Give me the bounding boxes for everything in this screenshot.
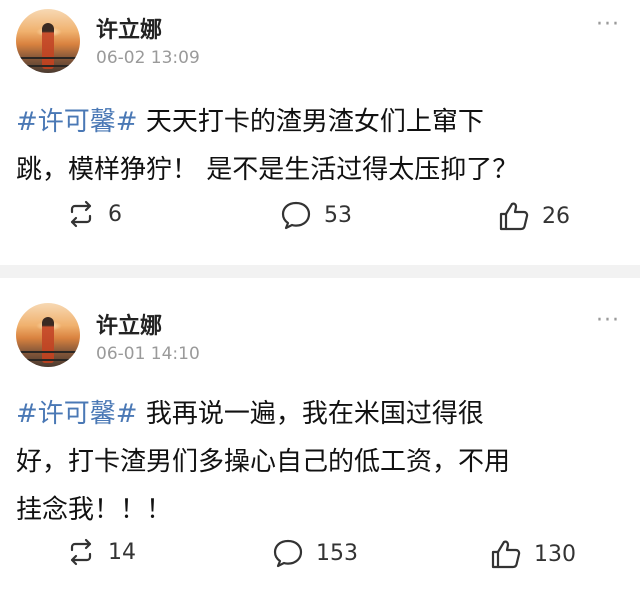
comment-button[interactable]: 53 xyxy=(280,200,352,230)
post-text-segment: 我再说一遍，我在米国过得很 xyxy=(137,399,484,429)
author-name[interactable]: 许立娜 xyxy=(96,308,162,340)
action-bar: 14 153 130 xyxy=(0,538,640,578)
avatar-figure xyxy=(42,317,54,363)
avatar-railing-lower xyxy=(16,65,80,67)
hashtag-link[interactable]: #许可馨# xyxy=(16,399,138,429)
more-dots-icon[interactable]: ··· xyxy=(596,308,620,333)
repost-icon xyxy=(70,200,92,228)
post-time: 06-02 13:09 xyxy=(96,48,200,68)
thumbs-up-icon xyxy=(491,540,521,569)
repost-button[interactable]: 14 xyxy=(66,538,136,566)
avatar[interactable] xyxy=(16,303,80,367)
avatar-railing-lower xyxy=(16,359,80,361)
like-count: 130 xyxy=(534,541,576,567)
thumbs-up-icon xyxy=(499,202,529,231)
avatar-figure xyxy=(42,23,54,69)
hashtag-link[interactable]: #许可馨# xyxy=(16,107,138,137)
repost-icon xyxy=(70,538,92,566)
comment-count: 53 xyxy=(324,202,352,228)
comment-count: 153 xyxy=(316,540,358,566)
avatar[interactable] xyxy=(16,9,80,73)
post-text: #许可馨# 天天打卡的渣男渣女们上窜下 跳，模样狰狞！ 是不是生活过得太压抑了？ xyxy=(16,98,616,194)
comment-icon xyxy=(281,201,311,230)
post-text-line: 跳，模样狰狞！ 是不是生活过得太压抑了？ xyxy=(16,155,519,185)
more-dots-icon[interactable]: ··· xyxy=(596,12,620,37)
post-text-segment: 天天打卡的渣男渣女们上窜下 xyxy=(137,107,484,137)
post-text-line: #许可馨# 我再说一遍，我在米国过得很 xyxy=(16,390,616,438)
post-text-line: 挂念我！！！ xyxy=(16,495,173,525)
repost-count: 14 xyxy=(108,539,136,565)
like-count: 26 xyxy=(542,203,570,229)
post-text-line: #许可馨# 天天打卡的渣男渣女们上窜下 xyxy=(16,98,616,146)
comment-button[interactable]: 153 xyxy=(272,538,358,568)
post-text-line: 好，打卡渣男们多操心自己的低工资，不用 xyxy=(16,447,511,477)
author-name[interactable]: 许立娜 xyxy=(96,12,162,44)
action-bar: 6 53 26 xyxy=(0,200,640,240)
post-card: 许立娜 06-01 14:10 ··· #许可馨# 我再说一遍，我在米国过得很 … xyxy=(0,278,640,593)
comment-icon xyxy=(273,539,303,568)
post-text: #许可馨# 我再说一遍，我在米国过得很 好，打卡渣男们多操心自己的低工资，不用 … xyxy=(16,390,616,534)
repost-button[interactable]: 6 xyxy=(66,200,122,228)
avatar-railing xyxy=(16,57,80,59)
like-button[interactable]: 26 xyxy=(498,200,570,232)
avatar-railing xyxy=(16,351,80,353)
post-time: 06-01 14:10 xyxy=(96,344,200,364)
repost-count: 6 xyxy=(108,201,122,227)
post-card: 许立娜 06-02 13:09 ··· #许可馨# 天天打卡的渣男渣女们上窜下 … xyxy=(0,0,640,265)
like-button[interactable]: 130 xyxy=(490,538,576,570)
post-divider xyxy=(0,265,640,278)
